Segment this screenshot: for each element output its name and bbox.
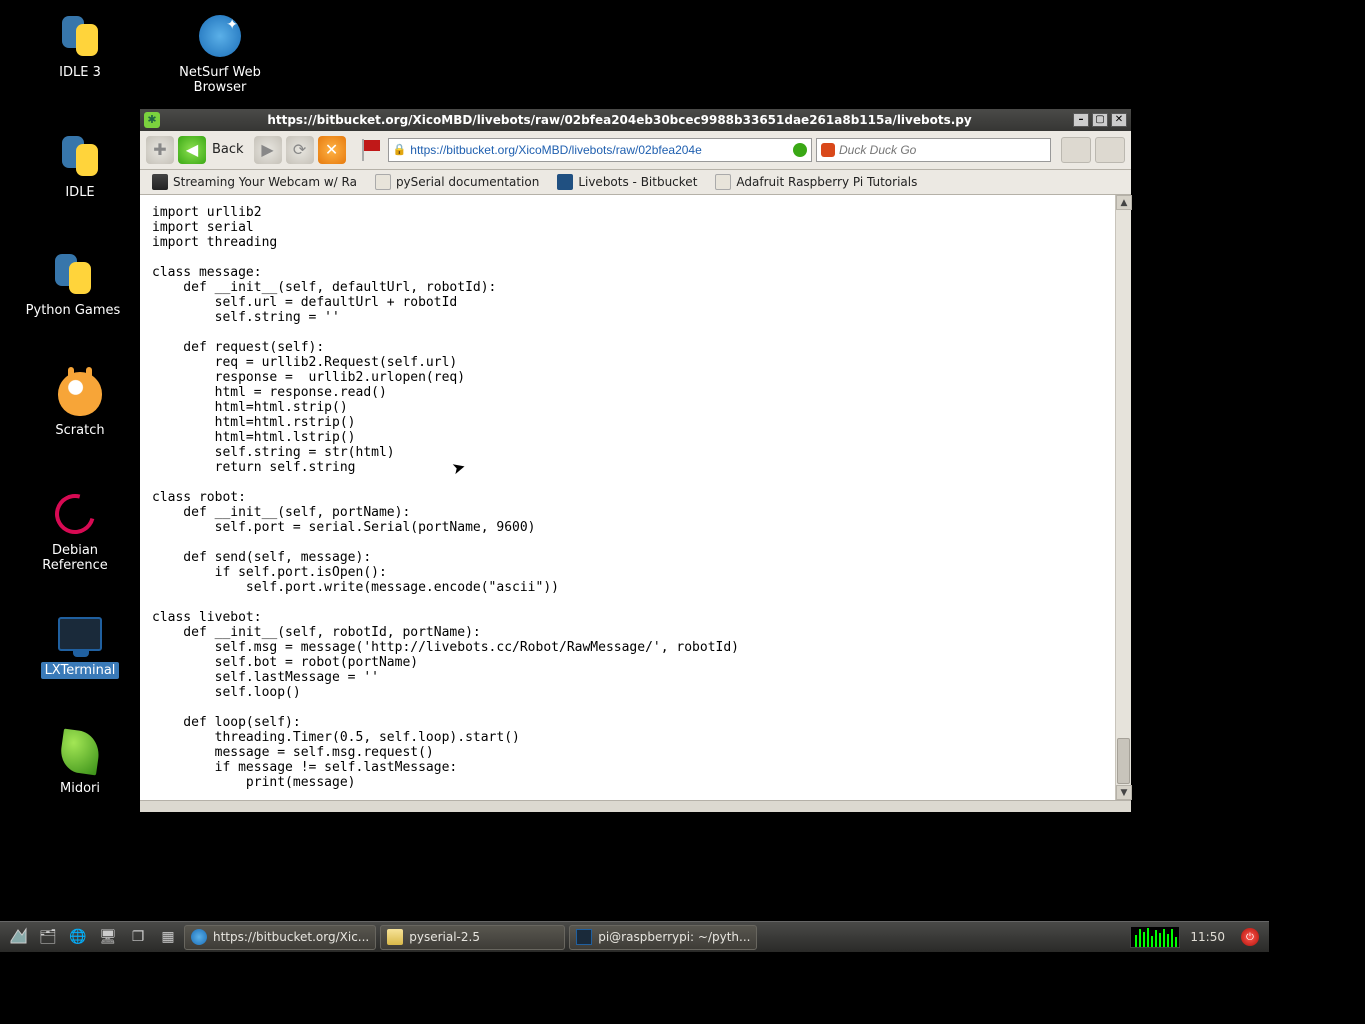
task-item-https-bitbucket-org-[interactable]: https://bitbucket.org/Xic... [184, 925, 376, 950]
scroll-down-button[interactable]: ▼ [1116, 785, 1132, 800]
python-icon [49, 250, 97, 298]
app-icon: ✱ [144, 112, 160, 128]
bookmarks-bar: Streaming Your Webcam w/ Ra pySerial docu… [140, 170, 1131, 195]
tile-windows-icon[interactable]: ▦ [154, 925, 182, 950]
netsurf-icon [196, 12, 244, 60]
folder-icon [387, 929, 403, 945]
power-button[interactable]: ⏻ [1241, 928, 1259, 946]
titlebar[interactable]: ✱ https://bitbucket.org/XicoMBD/livebots… [140, 109, 1131, 131]
task-item-label: pi@raspberrypi: ~/pyth... [598, 930, 750, 944]
desktop-icon-lxterminal[interactable]: LXTerminal [25, 610, 135, 679]
go-button[interactable] [793, 143, 807, 157]
clock[interactable]: 11:50 [1182, 930, 1233, 944]
terminal-icon [576, 929, 592, 945]
search-input[interactable] [839, 143, 1046, 157]
file-manager-icon[interactable]: 🗂 [34, 925, 62, 950]
start-menu-button[interactable] [4, 925, 32, 950]
show-desktop-icon[interactable]: 🖥 [94, 925, 122, 950]
task-item-pi-raspberrypi-pyth-[interactable]: pi@raspberrypi: ~/pyth... [569, 925, 757, 950]
view-button[interactable] [1061, 137, 1091, 163]
bookmark-pyserial-documentation[interactable]: pySerial documentation [367, 171, 547, 193]
netsurf-icon [191, 929, 207, 945]
cam-icon [152, 174, 168, 190]
web-browser-icon[interactable]: 🌐 [64, 925, 92, 950]
new-tab-button[interactable]: ✚ [146, 136, 174, 164]
desktop-icon-label: IDLE [61, 184, 98, 201]
back-label: Back [212, 142, 244, 157]
window-switcher-icon[interactable]: ❐ [124, 925, 152, 950]
bb-icon [557, 174, 573, 190]
bookmark-streaming-your-webcam-w-[interactable]: Streaming Your Webcam w/ Ra [144, 171, 365, 193]
python-icon [56, 132, 104, 180]
desktop-icon-label: Python Games [22, 302, 125, 319]
bookmark-label: Livebots - Bitbucket [578, 175, 697, 189]
scroll-up-button[interactable]: ▲ [1116, 195, 1132, 210]
desktop-icon-python-games[interactable]: Python Games [18, 250, 128, 319]
back-button[interactable]: ◀ [178, 136, 206, 164]
close-button[interactable]: ✕ [1111, 113, 1127, 127]
cpu-monitor[interactable] [1130, 926, 1180, 948]
taskbar: 🗂 🌐 🖥 ❐ ▦ https://bitbucket.org/Xic... py… [0, 921, 1269, 952]
bookmark-label: pySerial documentation [396, 175, 539, 189]
forward-button[interactable]: ▶ [254, 136, 282, 164]
url-bar[interactable]: 🔒 [388, 138, 812, 162]
desktop-icon-label: LXTerminal [41, 662, 120, 679]
desktop-icon-idle-3[interactable]: IDLE 3 [25, 12, 135, 81]
window-title: https://bitbucket.org/XicoMBD/livebots/r… [166, 113, 1073, 127]
debian-icon [51, 490, 99, 538]
desktop-icon-label: Midori [56, 780, 104, 797]
ddg-icon [821, 143, 835, 157]
pi-icon [715, 174, 731, 190]
desktop-icon-netsurf-web-browser[interactable]: NetSurf Web Browser [165, 12, 275, 96]
toolbar: ✚ ◀ Back ▶ ⟳ ✕ 🔒 [140, 131, 1131, 170]
statusbar [140, 800, 1131, 812]
reload-button[interactable]: ⟳ [286, 136, 314, 164]
desktop-icon-debian-reference[interactable]: Debian Reference [20, 490, 130, 574]
bookmark-label: Adafruit Raspberry Pi Tutorials [736, 175, 917, 189]
url-input[interactable] [410, 143, 789, 157]
scroll-thumb[interactable] [1117, 738, 1130, 784]
doc-icon [375, 174, 391, 190]
task-item-pyserial-2-5[interactable]: pyserial-2.5 [380, 925, 565, 950]
task-item-label: https://bitbucket.org/Xic... [213, 930, 369, 944]
bookmark-adafruit-raspberry-pi-tu[interactable]: Adafruit Raspberry Pi Tutorials [707, 171, 925, 193]
midori-icon [56, 728, 104, 776]
scrollbar[interactable]: ▲ ▼ [1115, 195, 1131, 800]
minimize-button[interactable]: – [1073, 113, 1089, 127]
python-icon [56, 12, 104, 60]
browser-window: ✱ https://bitbucket.org/XicoMBD/livebots… [139, 108, 1132, 813]
desktop-icon-midori[interactable]: Midori [25, 728, 135, 797]
scratch-icon [56, 370, 104, 418]
terminal-icon [56, 610, 104, 658]
maximize-button[interactable]: ▢ [1092, 113, 1108, 127]
task-item-label: pyserial-2.5 [409, 930, 480, 944]
bookmark-label: Streaming Your Webcam w/ Ra [173, 175, 357, 189]
desktop-icon-idle[interactable]: IDLE [25, 132, 135, 201]
desktop-icon-label: Debian Reference [20, 542, 130, 574]
desktop-icon-label: NetSurf Web Browser [165, 64, 275, 96]
lock-icon: 🔒 [393, 143, 407, 156]
stop-button[interactable]: ✕ [318, 136, 346, 164]
settings-button[interactable] [1095, 137, 1125, 163]
bookmark-flag-icon[interactable] [360, 139, 384, 161]
desktop-icon-label: Scratch [51, 422, 108, 439]
bookmark-livebots-bitbucket[interactable]: Livebots - Bitbucket [549, 171, 705, 193]
search-bar[interactable] [816, 138, 1051, 162]
page-content[interactable]: import urllib2 import serial import thre… [140, 195, 1115, 800]
desktop-icon-label: IDLE 3 [55, 64, 105, 81]
desktop-icon-scratch[interactable]: Scratch [25, 370, 135, 439]
